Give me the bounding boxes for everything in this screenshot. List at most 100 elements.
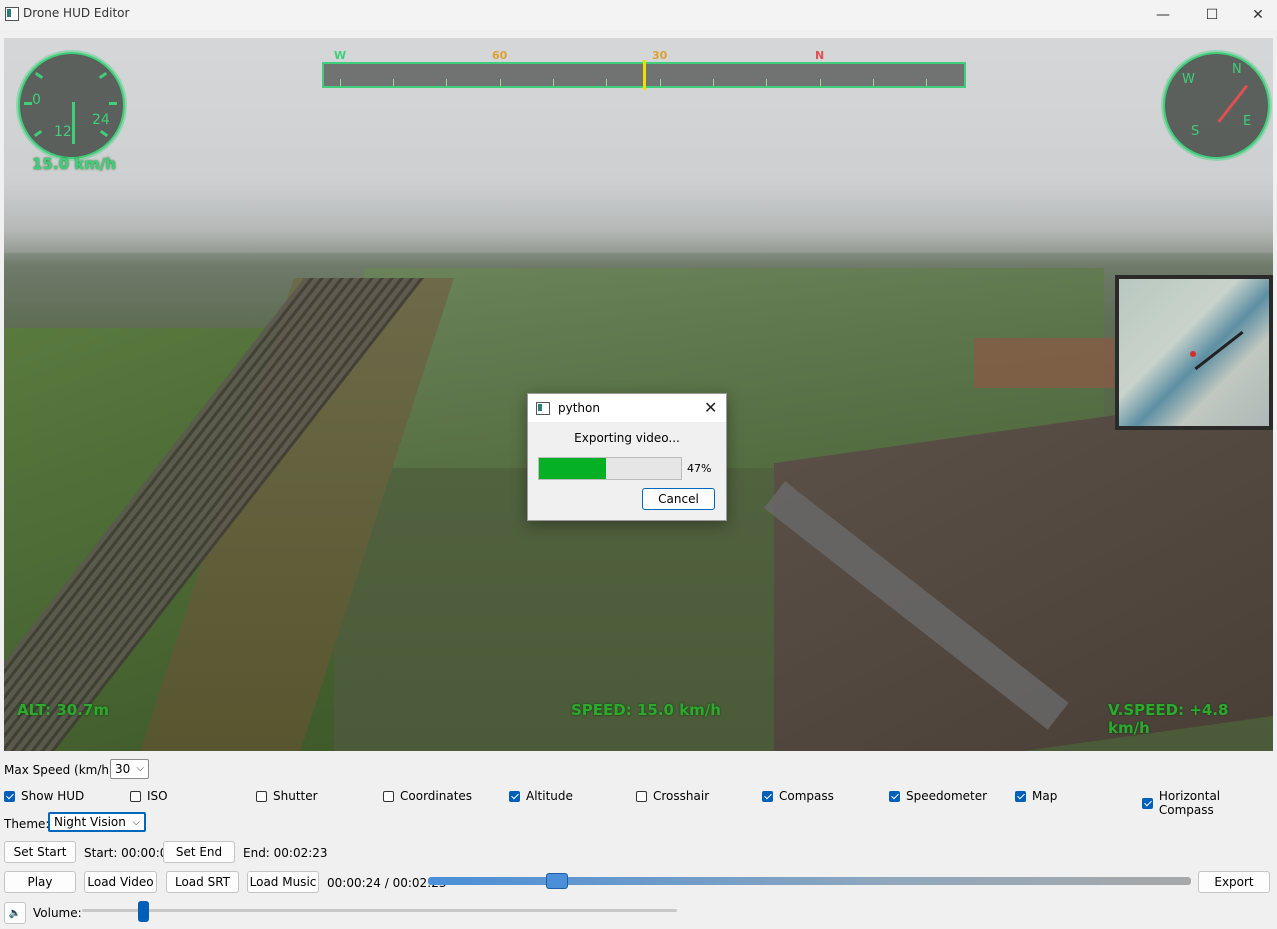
export-progress-bar xyxy=(538,457,682,480)
chevron-down-icon: ⌵ xyxy=(132,817,140,828)
export-progress-dialog: python ✕ Exporting video... 47% Cancel xyxy=(527,393,727,521)
speedometer-gauge: 0 12 24 xyxy=(18,52,125,159)
dialog-app-icon xyxy=(536,402,550,415)
max-speed-value: 30 xyxy=(115,762,131,776)
compass-label-s: S xyxy=(1191,124,1200,139)
set-start-button[interactable]: Set Start xyxy=(4,841,76,863)
hcompass-tick xyxy=(766,79,767,86)
hcompass-label-w: W xyxy=(334,49,347,62)
checkbox-label: ISO xyxy=(147,789,168,803)
close-button[interactable]: ✕ xyxy=(1235,0,1277,30)
hcompass-label-n: N xyxy=(815,49,825,62)
checkbox-box[interactable] xyxy=(1015,790,1026,802)
app-icon xyxy=(5,7,19,21)
export-progress-fill xyxy=(539,458,606,479)
checkbox-label: Shutter xyxy=(273,789,318,803)
checkbox-box[interactable] xyxy=(130,790,141,802)
horizontal-compass xyxy=(322,60,966,90)
play-button[interactable]: Play xyxy=(4,871,76,893)
speedo-tick xyxy=(109,102,117,105)
checkbox-map[interactable]: Map xyxy=(1015,789,1057,803)
load-srt-button[interactable]: Load SRT xyxy=(166,871,239,893)
map-overlay xyxy=(1115,275,1273,430)
speedo-needle xyxy=(72,102,75,144)
load-music-button[interactable]: Load Music xyxy=(247,871,319,893)
map-position-marker xyxy=(1190,351,1196,357)
max-speed-label: Max Speed (km/h): xyxy=(4,763,118,777)
hcompass-tick xyxy=(660,79,661,86)
speedo-label-12: 12 xyxy=(54,124,72,140)
cancel-export-button[interactable]: Cancel xyxy=(642,488,715,510)
checkbox-box[interactable] xyxy=(1142,797,1153,809)
checkbox-coordinates[interactable]: Coordinates xyxy=(383,789,472,803)
speaker-icon[interactable]: 🔈 xyxy=(4,902,26,924)
speedo-label-24: 24 xyxy=(92,112,110,128)
checkbox-compass[interactable]: Compass xyxy=(762,789,834,803)
playback-slider-thumb[interactable] xyxy=(546,873,569,889)
checkbox-label: Show HUD xyxy=(21,789,85,803)
load-video-button[interactable]: Load Video xyxy=(84,871,157,893)
volume-label: Volume: xyxy=(33,906,82,920)
hcompass-tick xyxy=(713,79,714,86)
speedo-tick xyxy=(34,71,44,80)
checkbox-altitude[interactable]: Altitude xyxy=(509,789,573,803)
checkbox-box[interactable] xyxy=(889,790,900,802)
checkbox-box[interactable] xyxy=(636,790,647,802)
speed-readout: SPEED: 15.0 km/h xyxy=(571,701,721,719)
hcompass-tick xyxy=(926,79,927,86)
set-end-button[interactable]: Set End xyxy=(163,841,235,863)
volume-slider[interactable] xyxy=(82,901,677,922)
speedo-tick xyxy=(99,129,109,138)
end-time-text: End: 00:02:23 xyxy=(243,846,328,860)
checkbox-box[interactable] xyxy=(509,790,520,802)
hcompass-label-30: 30 xyxy=(652,49,668,62)
theme-value: Night Vision xyxy=(54,815,126,829)
playback-slider[interactable] xyxy=(428,873,1191,889)
volume-slider-thumb[interactable] xyxy=(137,901,149,922)
compass-label-w: W xyxy=(1182,72,1195,87)
hcompass-tick xyxy=(606,79,607,86)
checkbox-speedometer[interactable]: Speedometer xyxy=(889,789,987,803)
vertical-speed-readout: V.SPEED: +4.8 km/h xyxy=(1108,701,1229,737)
maximize-button[interactable]: ☐ xyxy=(1189,0,1235,30)
hcompass-heading-marker xyxy=(643,60,646,90)
window-title: Drone HUD Editor xyxy=(23,6,130,20)
hcompass-tick xyxy=(553,79,554,86)
compass-label-e: E xyxy=(1243,114,1252,129)
checkbox-box[interactable] xyxy=(383,790,394,802)
compass-label-n: N xyxy=(1232,62,1242,77)
chevron-down-icon: ⌵ xyxy=(136,763,144,774)
speedo-tick xyxy=(24,102,32,105)
checkbox-iso[interactable]: ISO xyxy=(130,789,168,803)
checkbox-box[interactable] xyxy=(4,790,15,802)
checkbox-show-hud[interactable]: Show HUD xyxy=(4,789,84,803)
altitude-readout: ALT: 30.7m xyxy=(17,701,109,719)
checkbox-label: Altitude xyxy=(526,789,573,803)
dialog-title: python xyxy=(558,401,600,415)
checkbox-label: Compass xyxy=(779,789,834,803)
checkbox-shutter[interactable]: Shutter xyxy=(256,789,318,803)
theme-select[interactable]: Night Vision ⌵ xyxy=(48,812,146,832)
checkbox-box[interactable] xyxy=(256,790,267,802)
export-button[interactable]: Export xyxy=(1198,871,1270,893)
speedo-tick xyxy=(98,71,108,80)
checkbox-horizontal-compass[interactable]: Horizontal Compass xyxy=(1142,789,1277,817)
compass-gauge: N W E S xyxy=(1163,52,1270,159)
hcompass-tick xyxy=(820,79,821,86)
checkbox-label: Crosshair xyxy=(653,789,710,803)
scene-farm xyxy=(974,338,1114,388)
speedo-tick xyxy=(33,129,43,138)
checkbox-label: Horizontal Compass xyxy=(1158,789,1221,817)
hcompass-tick xyxy=(340,79,341,86)
theme-label: Theme: xyxy=(4,817,50,831)
hcompass-tick xyxy=(500,79,501,86)
speedo-label-0: 0 xyxy=(32,92,41,108)
max-speed-select[interactable]: 30 ⌵ xyxy=(110,759,149,779)
minimize-button[interactable]: — xyxy=(1140,0,1186,30)
dialog-close-button[interactable]: ✕ xyxy=(704,398,717,417)
checkbox-box[interactable] xyxy=(762,790,773,802)
checkbox-label: Coordinates xyxy=(400,789,473,803)
export-message: Exporting video... xyxy=(574,431,680,445)
checkbox-crosshair[interactable]: Crosshair xyxy=(636,789,709,803)
dialog-title-bar: python ✕ xyxy=(528,394,726,422)
